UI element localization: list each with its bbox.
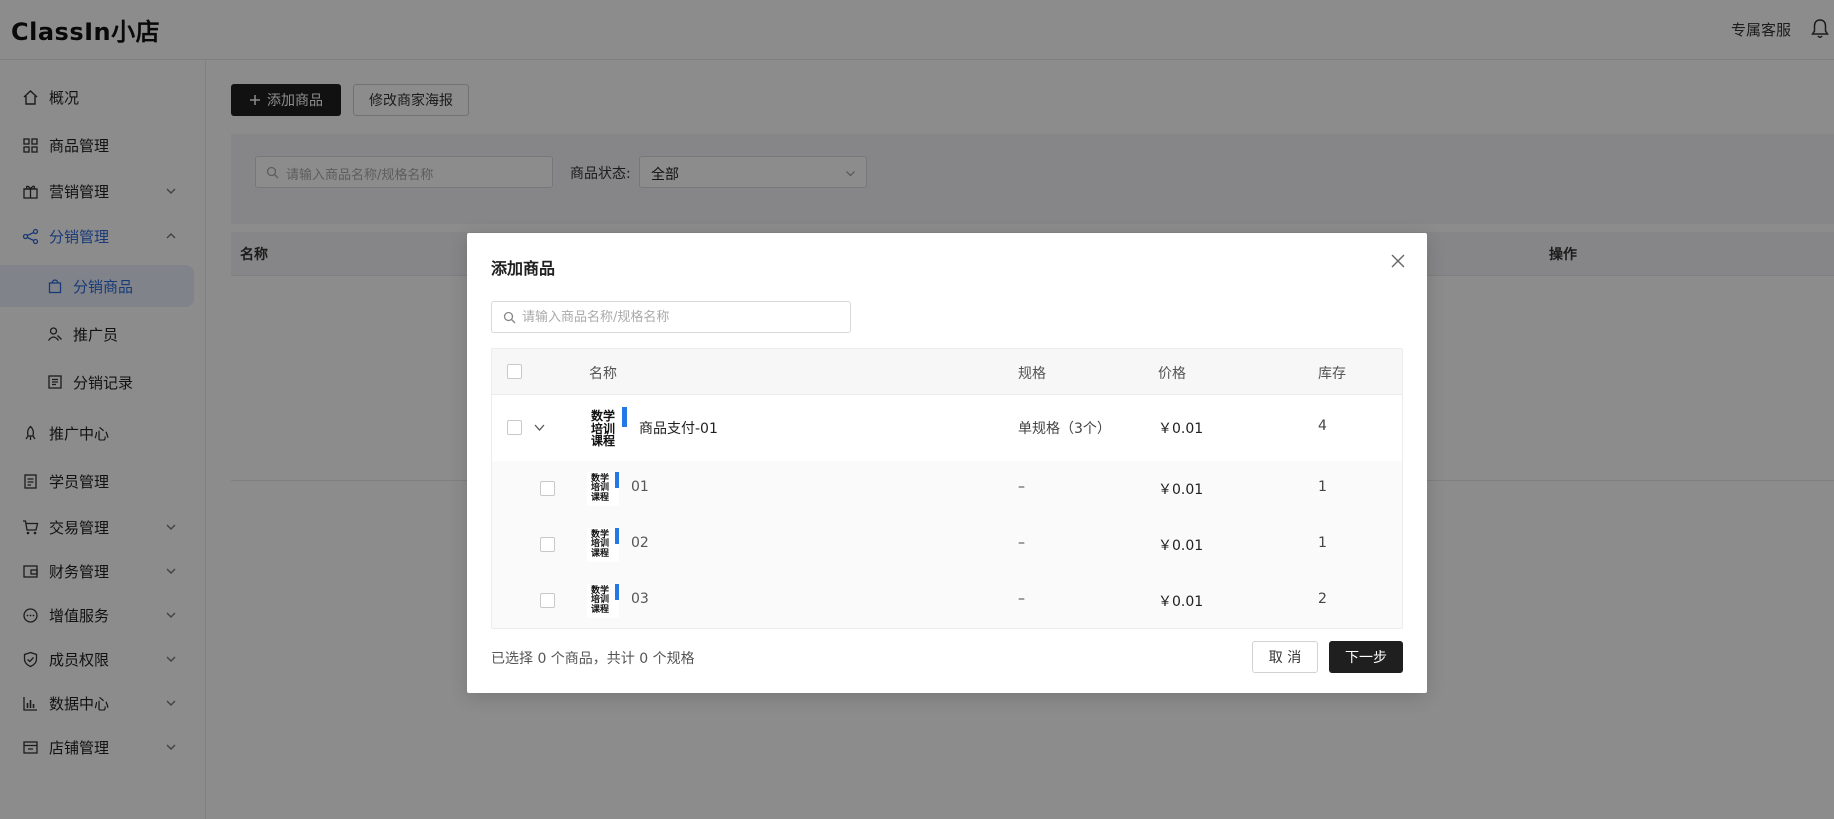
- variant-stock: 1: [1318, 535, 1327, 551]
- variant-price: ￥0.01: [1158, 538, 1204, 554]
- thumbnail-accent: [615, 528, 619, 544]
- variant-price: ￥0.01: [1158, 594, 1204, 610]
- column-spec-header: 规格: [1018, 366, 1046, 382]
- variant-thumbnail: 数学培训课程: [587, 584, 619, 618]
- variant-name: 03: [631, 591, 649, 607]
- thumbnail-accent: [615, 472, 619, 488]
- column-price-header: 价格: [1158, 366, 1186, 382]
- table-row-variant[interactable]: 数学培训课程 01 – ￥0.01 1: [492, 461, 1402, 517]
- thumbnail-accent: [622, 407, 627, 427]
- column-stock-header: 库存: [1318, 366, 1346, 382]
- thumbnail-accent: [615, 584, 619, 600]
- variant-checkbox[interactable]: [540, 537, 555, 552]
- select-all-checkbox[interactable]: [507, 364, 522, 379]
- table-row-product[interactable]: 数学培训课程 商品支付-01 单规格（3个） ￥0.01 4: [492, 395, 1402, 461]
- variant-checkbox[interactable]: [540, 593, 555, 608]
- variant-stock: 2: [1318, 591, 1327, 607]
- product-stock: 4: [1318, 418, 1327, 434]
- cancel-button[interactable]: 取 消: [1252, 641, 1318, 673]
- variant-thumbnail: 数学培训课程: [587, 528, 619, 562]
- close-icon[interactable]: [1389, 252, 1407, 270]
- variant-thumbnail: 数学培训课程: [587, 472, 619, 506]
- variant-name: 01: [631, 479, 649, 495]
- variant-checkbox[interactable]: [540, 481, 555, 496]
- variant-name: 02: [631, 535, 649, 551]
- modal-title: 添加商品: [491, 259, 556, 278]
- table-row-variant[interactable]: 数学培训课程 03 – ￥0.01 2: [492, 573, 1402, 628]
- variant-spec: –: [1018, 479, 1025, 495]
- variant-stock: 1: [1318, 479, 1327, 495]
- thumbnail-text: 数学培训课程: [591, 530, 610, 559]
- product-name: 商品支付-01: [639, 421, 718, 437]
- thumbnail-text: 数学培训课程: [591, 409, 616, 449]
- modal-table-header: 名称 规格 价格 库存: [492, 349, 1402, 395]
- next-step-button[interactable]: 下一步: [1329, 641, 1403, 673]
- column-name-header: 名称: [589, 366, 617, 382]
- variant-spec: –: [1018, 591, 1025, 607]
- product-spec: 单规格（3个）: [1018, 421, 1111, 437]
- product-checkbox[interactable]: [507, 420, 522, 435]
- search-icon: [503, 311, 516, 324]
- variant-spec: –: [1018, 535, 1025, 551]
- product-thumbnail: 数学培训课程: [587, 407, 627, 449]
- selection-summary: 已选择 0 个商品，共计 0 个规格: [491, 651, 695, 667]
- variant-price: ￥0.01: [1158, 482, 1204, 498]
- thumbnail-text: 数学培训课程: [591, 474, 610, 503]
- modal-products-table: 名称 规格 价格 库存 数学培训课程 商品支付-01 单规格（3个） ￥0.01…: [491, 348, 1403, 629]
- table-row-variant[interactable]: 数学培训课程 02 – ￥0.01 1: [492, 517, 1402, 573]
- thumbnail-text: 数学培训课程: [591, 586, 610, 615]
- product-price: ￥0.01: [1158, 421, 1204, 437]
- add-product-modal: 添加商品 名称 规格 价格 库存 数学培训课程 商品支付-01 单规格（3个） …: [467, 233, 1427, 693]
- modal-search-field: [491, 301, 851, 333]
- chevron-down-icon[interactable]: [533, 421, 546, 434]
- modal-search-input[interactable]: [522, 302, 842, 332]
